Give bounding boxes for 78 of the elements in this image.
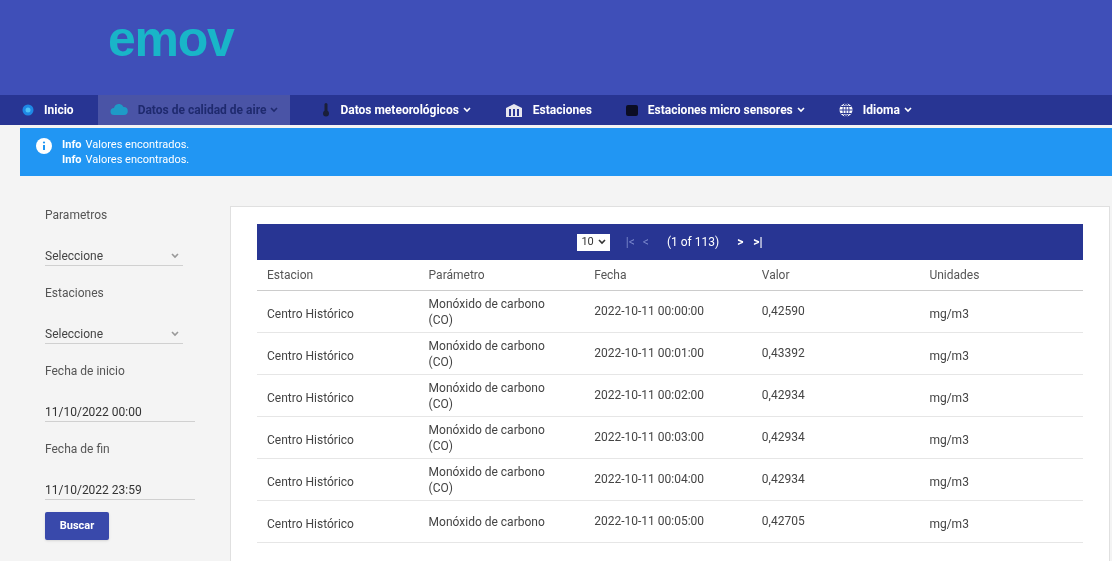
table-cell-text: mg/m3	[928, 515, 970, 532]
nav-item[interactable]: Datos meteorológicos	[312, 95, 481, 125]
caret-icon	[171, 330, 179, 337]
table-cell-text: Centro Histórico	[266, 305, 355, 322]
last-page-button[interactable]: >|	[753, 233, 763, 251]
building-icon	[504, 103, 523, 117]
field-value: Seleccione	[45, 247, 104, 265]
nav-label: Estaciones micro sensores	[647, 102, 793, 119]
table-cell-text: 0,42590	[760, 302, 806, 319]
message-title: Info	[62, 152, 82, 167]
table-cell-text: Centro Histórico	[266, 347, 355, 364]
table-cell-text: 2022-10-11 00:03:00	[593, 428, 706, 445]
field-value: Seleccione	[45, 325, 104, 343]
next-page-button[interactable]: >	[737, 233, 744, 251]
table-cell-text: 2022-10-11 00:00:00	[593, 302, 706, 319]
thermometer-icon	[322, 103, 331, 117]
search-button[interactable]: Buscar	[45, 512, 109, 540]
table-cell-text: mg/m3	[928, 305, 970, 322]
field-label: Fecha de inicio	[45, 363, 126, 380]
table-cell-text: 0,42705	[760, 512, 806, 529]
table-cell-text: 0,42934	[760, 386, 806, 403]
table-cell-text: mg/m3	[928, 389, 970, 406]
field-label: Estaciones	[45, 285, 105, 302]
table-cell-text: mg/m3	[928, 473, 970, 490]
table-cell-text: Centro Histórico	[266, 431, 355, 448]
table-cell-text: 2022-10-11 00:05:00	[593, 512, 706, 529]
logo-text: emov	[108, 13, 234, 64]
square-icon	[625, 104, 638, 116]
info-icon	[36, 138, 52, 154]
table-cell-text: Centro Histórico	[266, 515, 355, 532]
cloud-icon	[109, 104, 128, 116]
field-value: 11/10/2022 23:59	[45, 481, 142, 499]
date-field[interactable]: 11/10/2022 23:59	[45, 480, 195, 500]
rows-per-page-select[interactable]: 10	[577, 233, 610, 251]
caret-icon	[171, 252, 179, 259]
table-cell-text: Monóxido de carbono (CO)	[427, 295, 546, 328]
nav-label: Datos meteorológicos	[340, 102, 459, 119]
table-cell-text: 0,42934	[760, 470, 806, 487]
table-cell-text: Monóxido de carbono (CO)	[427, 463, 546, 496]
nav-item[interactable]: Inicio	[12, 95, 84, 125]
message-text: Valores encontrados.	[85, 137, 190, 152]
select-field[interactable]: Seleccione	[45, 324, 183, 344]
table-cell-text: Monóxido de carbono (CO)	[427, 379, 546, 412]
globe-icon	[838, 103, 853, 117]
table-cell-text: 0,42934	[760, 428, 806, 445]
message-text: Valores encontrados.	[85, 152, 190, 167]
nav-label: Inicio	[44, 102, 74, 119]
table-cell-text: 2022-10-11 00:01:00	[593, 344, 706, 361]
page-report: (1 of 113)	[666, 234, 720, 251]
column-header[interactable]: Estacion	[257, 266, 419, 284]
message-title: Info	[62, 137, 82, 152]
table-cell-text: Centro Histórico	[266, 473, 355, 490]
column-header[interactable]: Parámetro	[418, 266, 585, 284]
field-value: 11/10/2022 00:00	[45, 403, 142, 421]
caret-icon	[597, 239, 606, 245]
column-header[interactable]: Fecha	[584, 266, 752, 284]
select-field[interactable]: Seleccione	[45, 246, 183, 266]
column-header[interactable]: Valor	[751, 266, 920, 284]
nav-item[interactable]: Estaciones	[494, 95, 602, 125]
table-cell-text: mg/m3	[928, 347, 970, 364]
column-header[interactable]: Unidades	[919, 266, 1083, 284]
nav-item[interactable]: Estaciones micro sensores	[615, 95, 815, 125]
table-cell-text: 0,43392	[760, 344, 806, 361]
nav-label: Datos de calidad de aire	[137, 102, 267, 119]
table-cell-text: 2022-10-11 00:02:00	[593, 386, 706, 403]
table-cell-text: Monóxido de carbono (CO)	[427, 421, 546, 454]
field-label: Fecha de fin	[45, 441, 111, 458]
nav-label: Estaciones	[532, 102, 592, 119]
table-cell-text: Centro Histórico	[266, 389, 355, 406]
field-label: Parametros	[45, 207, 109, 224]
date-field[interactable]: 11/10/2022 00:00	[45, 402, 195, 422]
circle-icon	[22, 104, 34, 116]
table-cell-text: Monóxido de carbono (CO)	[427, 337, 546, 370]
table-cell-text: 2022-10-11 00:04:00	[593, 470, 706, 487]
nav-label: Idioma	[862, 102, 900, 119]
table-cell-text: mg/m3	[928, 431, 970, 448]
table-cell-text: Monóxido de carbono	[427, 513, 546, 530]
nav-item[interactable]: Idioma	[828, 95, 922, 125]
